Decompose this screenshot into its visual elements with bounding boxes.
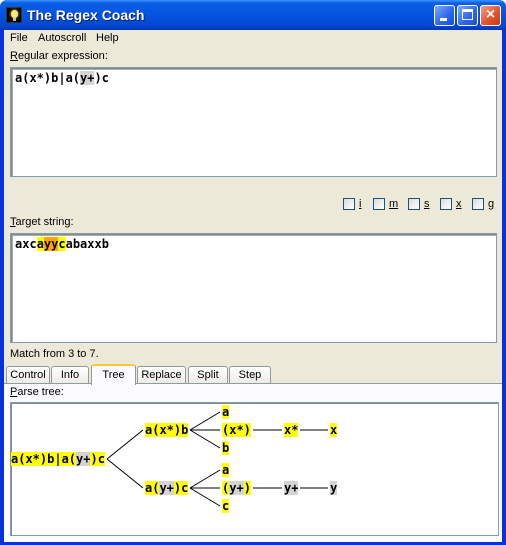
highlighted-segment: y [330,481,338,495]
checkbox-box[interactable] [343,198,355,210]
target-label-text: arget string: [15,216,74,228]
highlighted-segment: yy [43,237,59,251]
tree-node-a2[interactable]: a [222,462,230,478]
highlighted-segment: )c [173,481,189,495]
tab-replace[interactable]: Replace [137,366,186,383]
flag-s-checkbox[interactable]: s [408,198,430,210]
regex-label: Regular expression: [10,50,108,62]
tree-edge-alt1-a1 [189,411,221,431]
text-segment: abaxxb [65,237,109,251]
tree-node-grp2[interactable]: (y+) [222,480,251,496]
tree-node-alt1[interactable]: a(x*)b [145,422,189,438]
menu-help[interactable]: Help [96,32,119,44]
highlighted-segment: y+ [229,481,244,495]
tree-node-b1[interactable]: b [222,440,230,456]
highlighted-segment: y+ [76,452,91,466]
highlighted-segment: x [330,423,338,437]
tree-node-c2[interactable]: c [222,498,230,514]
flag-m-checkbox[interactable]: m [373,198,398,210]
tree-node-xstar[interactable]: x* [284,422,299,438]
menu-file[interactable]: File [10,32,28,44]
maximize-button[interactable] [457,5,478,26]
parse-tree-label: Parse tree: [10,386,64,398]
flag-s-label: s [424,198,430,210]
flag-g-checkbox[interactable]: g [472,198,494,210]
tree-edge-root-alt2 [106,458,144,489]
regex-label-text: egular expression: [17,50,108,62]
parse-tree-edges [106,411,328,507]
text-segment: axc [15,237,37,251]
tab-info[interactable]: Info [51,366,89,383]
text-segment: )c [94,71,109,85]
tree-node-yplus[interactable]: y+ [284,480,299,496]
target-string-input[interactable]: axcayycabaxxb [10,233,497,343]
checkbox-box[interactable] [408,198,420,210]
text-segment: a(x*)b|a( [15,71,81,85]
menu-bar: File Autoscroll Help [4,30,502,48]
menu-autoscroll[interactable]: Autoscroll [38,32,86,44]
flag-x-checkbox[interactable]: x [440,198,462,210]
checkbox-box[interactable] [373,198,385,210]
target-label: Target string: [10,216,74,228]
tab-strip: Control Info Tree Replace Split Step [4,364,502,385]
flag-g-label: g [488,198,495,210]
highlighted-segment: a [222,405,230,419]
checkbox-box[interactable] [440,198,452,210]
target-value: axcayycabaxxb [15,237,109,252]
highlighted-segment: (x*) [222,423,251,437]
highlighted-segment: c [222,499,230,513]
tree-edge-alt2-c2 [189,487,221,507]
tree-node-grp1[interactable]: (x*) [222,422,251,438]
minimize-button[interactable] [434,5,455,26]
parse-tree-label-text: arse tree: [17,386,64,398]
highlighted-segment: a [222,463,230,477]
tab-step[interactable]: Step [229,366,271,383]
regex-value: a(x*)b|a(y+)c [15,71,109,86]
tree-node-root[interactable]: a(x*)b|a(y+)c [11,451,105,467]
app-window: The Regex Coach × File Autoscroll Help R… [0,0,506,545]
highlighted-segment: )c [90,452,105,466]
tab-control[interactable]: Control [6,366,50,383]
checkbox-box[interactable] [472,198,484,210]
lightbulb-app-icon [6,7,22,23]
client-area: File Autoscroll Help Regular expression:… [4,30,502,542]
highlighted-segment: x* [284,423,299,437]
highlighted-segment: y+ [284,481,299,495]
highlighted-segment: a(x*)b [145,423,189,437]
close-button[interactable]: × [480,5,501,26]
tree-edge-alt2-a2 [189,469,221,489]
flag-m-label: m [389,198,399,210]
tree-edge-alt1-b1 [189,429,221,449]
flag-i-label: i [359,198,362,210]
tree-node-a1[interactable]: a [222,404,230,420]
flag-x-label: x [456,198,462,210]
highlighted-segment: c [58,237,66,251]
highlighted-segment: a [36,237,44,251]
highlighted-segment: y+ [159,481,174,495]
tree-node-y[interactable]: y [330,480,338,496]
parse-tree-view[interactable]: a(x*)b|a(y+)c a(x*)b a(y+)c a (x*) b x* x a (y+) c… [10,402,499,536]
tab-tree[interactable]: Tree [91,364,136,385]
flag-i-checkbox[interactable]: i [343,198,361,210]
highlighted-segment: a( [145,481,160,495]
window-title: The Regex Coach [27,7,145,23]
tree-node-x[interactable]: x [330,422,338,438]
tab-split[interactable]: Split [188,366,228,383]
title-bar[interactable]: The Regex Coach × [0,0,506,30]
highlighted-segment: b [222,441,230,455]
highlighted-segment: ) [243,481,251,495]
highlighted-segment: y+ [80,71,95,85]
highlighted-segment: a(x*)b|a( [11,452,77,466]
regex-input[interactable]: a(x*)b|a(y+)c [10,67,497,177]
tree-node-alt2[interactable]: a(y+)c [145,480,189,496]
tree-edge-root-alt1 [106,429,144,460]
match-status: Match from 3 to 7. [10,348,99,360]
regex-label-accel: R [10,50,18,62]
close-icon: × [485,6,496,23]
